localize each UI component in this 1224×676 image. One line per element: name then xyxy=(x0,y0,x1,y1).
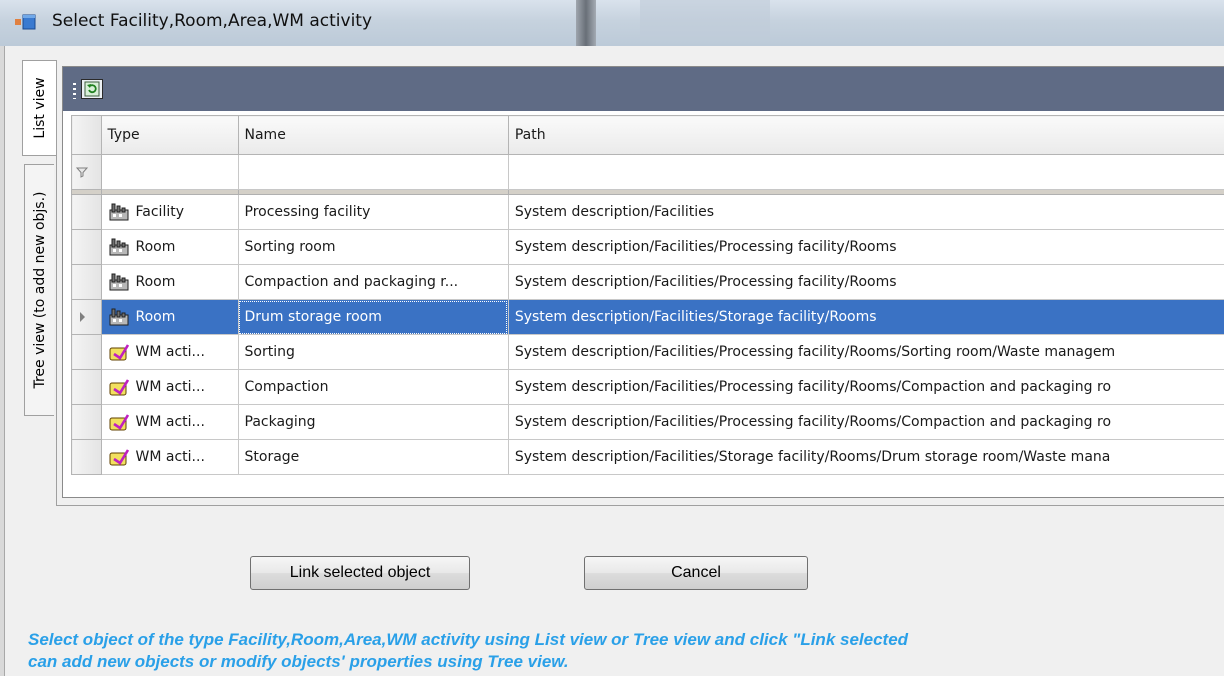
cell-path[interactable]: System description/Facilities/Processing… xyxy=(507,334,1224,370)
filter-icon[interactable] xyxy=(76,166,88,178)
filter-cell-type[interactable] xyxy=(100,154,239,190)
wm-activity-icon xyxy=(109,379,129,396)
cell-name[interactable]: Processing facility xyxy=(237,194,509,230)
cell-path[interactable]: System description/Facilities/Storage fa… xyxy=(507,299,1224,335)
cell-type[interactable]: WM acti... xyxy=(100,404,239,440)
wm-activity-icon xyxy=(109,449,129,466)
window-left-border xyxy=(0,46,5,676)
cell-type-label: Facility xyxy=(135,204,185,220)
instruction-text: Select object of the type Facility,Room,… xyxy=(28,629,1224,673)
table-row[interactable]: WM acti... Packaging System description/Fa… xyxy=(71,404,1224,440)
vertical-tab-strip: List view Tree view (to add new objs.) xyxy=(18,60,56,660)
row-header[interactable] xyxy=(71,194,102,230)
row-header[interactable] xyxy=(71,334,102,370)
cell-type-label: Room xyxy=(135,239,176,255)
current-row-arrow-icon xyxy=(80,312,85,322)
grid-body: Type Name Path Facility Processing facil… xyxy=(63,111,1224,497)
table-row[interactable]: Room Compaction and packaging r... System … xyxy=(71,264,1224,300)
cell-type-label: WM acti... xyxy=(135,344,205,360)
tab-tree-view[interactable]: Tree view (to add new objs.) xyxy=(24,164,54,416)
cell-type-label: WM acti... xyxy=(135,414,205,430)
cell-path[interactable]: System description/Facilities/Processing… xyxy=(507,264,1224,300)
refresh-icon xyxy=(84,81,100,97)
table-row[interactable]: Room Drum storage room System description/… xyxy=(71,299,1224,335)
cell-path[interactable]: System description/Facilities/Processing… xyxy=(507,404,1224,440)
row-header[interactable] xyxy=(71,369,102,405)
cell-type[interactable]: Facility xyxy=(100,194,239,230)
toolbar-grip-icon[interactable] xyxy=(73,83,76,99)
refresh-button[interactable] xyxy=(81,79,103,99)
cell-name[interactable]: Sorting xyxy=(237,334,509,370)
instruction-line-2: can add new objects or modify objects' p… xyxy=(28,652,569,671)
cancel-button[interactable]: Cancel xyxy=(584,556,808,590)
filter-row-header xyxy=(71,154,102,190)
cell-name[interactable]: Storage xyxy=(237,439,509,475)
cell-type-label: WM acti... xyxy=(135,379,205,395)
cell-type-label: WM acti... xyxy=(135,449,205,465)
row-header[interactable] xyxy=(71,229,102,265)
filter-row xyxy=(71,154,1224,190)
cell-name[interactable]: Packaging xyxy=(237,404,509,440)
cell-name[interactable]: Sorting room xyxy=(237,229,509,265)
column-header-name[interactable]: Name xyxy=(237,115,509,155)
cell-path[interactable]: System description/Facilities/Processing… xyxy=(507,369,1224,405)
cell-path[interactable]: System description/Facilities xyxy=(507,194,1224,230)
facility-icon xyxy=(109,238,129,256)
facility-icon xyxy=(109,203,129,221)
cell-name[interactable]: Compaction and packaging r... xyxy=(237,264,509,300)
table-row[interactable]: WM acti... Compaction System description/F… xyxy=(71,369,1224,405)
tab-tree-view-label: Tree view (to add new objs.) xyxy=(31,191,48,389)
cell-name[interactable]: Drum storage room xyxy=(237,299,509,335)
tab-list-view-label: List view xyxy=(31,77,48,139)
window-title: Select Facility,Room,Area,WM activity xyxy=(52,11,373,31)
cell-type[interactable]: Room xyxy=(100,264,239,300)
app-window-icon xyxy=(15,14,36,30)
cell-path[interactable]: System description/Facilities/Processing… xyxy=(507,229,1224,265)
filter-cell-path[interactable] xyxy=(507,154,1224,190)
wm-activity-icon xyxy=(109,414,129,431)
title-bar[interactable]: Select Facility,Room,Area,WM activity xyxy=(0,0,1224,46)
cell-type[interactable]: WM acti... xyxy=(100,439,239,475)
cell-type[interactable]: WM acti... xyxy=(100,334,239,370)
cell-name[interactable]: Compaction xyxy=(237,369,509,405)
cell-type[interactable]: Room xyxy=(100,229,239,265)
cell-type-label: Room xyxy=(135,309,176,325)
wm-activity-icon xyxy=(109,344,129,361)
object-table: Type Name Path Facility Processing facil… xyxy=(71,115,1224,475)
header-row: Type Name Path xyxy=(71,115,1224,155)
cell-path[interactable]: System description/Facilities/Storage fa… xyxy=(507,439,1224,475)
row-header[interactable] xyxy=(71,404,102,440)
column-header-path[interactable]: Path xyxy=(507,115,1224,155)
cell-type-label: Room xyxy=(135,274,176,290)
table-row[interactable]: Facility Processing facility System descri… xyxy=(71,194,1224,230)
filter-cell-name[interactable] xyxy=(237,154,509,190)
row-header-corner xyxy=(71,115,102,155)
row-header[interactable] xyxy=(71,439,102,475)
table-row[interactable]: WM acti... Sorting System description/Faci… xyxy=(71,334,1224,370)
instruction-line-1: Select object of the type Facility,Room,… xyxy=(28,630,909,649)
table-row[interactable]: WM acti... Storage System description/Faci… xyxy=(71,439,1224,475)
facility-icon xyxy=(109,273,129,291)
cell-type[interactable]: WM acti... xyxy=(100,369,239,405)
background-window-fragment xyxy=(576,0,596,46)
facility-icon xyxy=(109,308,129,326)
row-header[interactable] xyxy=(71,264,102,300)
tab-list-view[interactable]: List view xyxy=(22,60,56,156)
table-row[interactable]: Room Sorting room System description/Facil… xyxy=(71,229,1224,265)
object-grid: Type Name Path Facility Processing facil… xyxy=(62,66,1224,498)
column-header-type[interactable]: Type xyxy=(100,115,239,155)
background-window-fragment xyxy=(640,0,770,40)
cell-type[interactable]: Room xyxy=(100,299,239,335)
link-selected-object-button[interactable]: Link selected object xyxy=(250,556,470,590)
grid-toolbar xyxy=(63,67,1224,111)
row-header[interactable] xyxy=(71,299,102,335)
